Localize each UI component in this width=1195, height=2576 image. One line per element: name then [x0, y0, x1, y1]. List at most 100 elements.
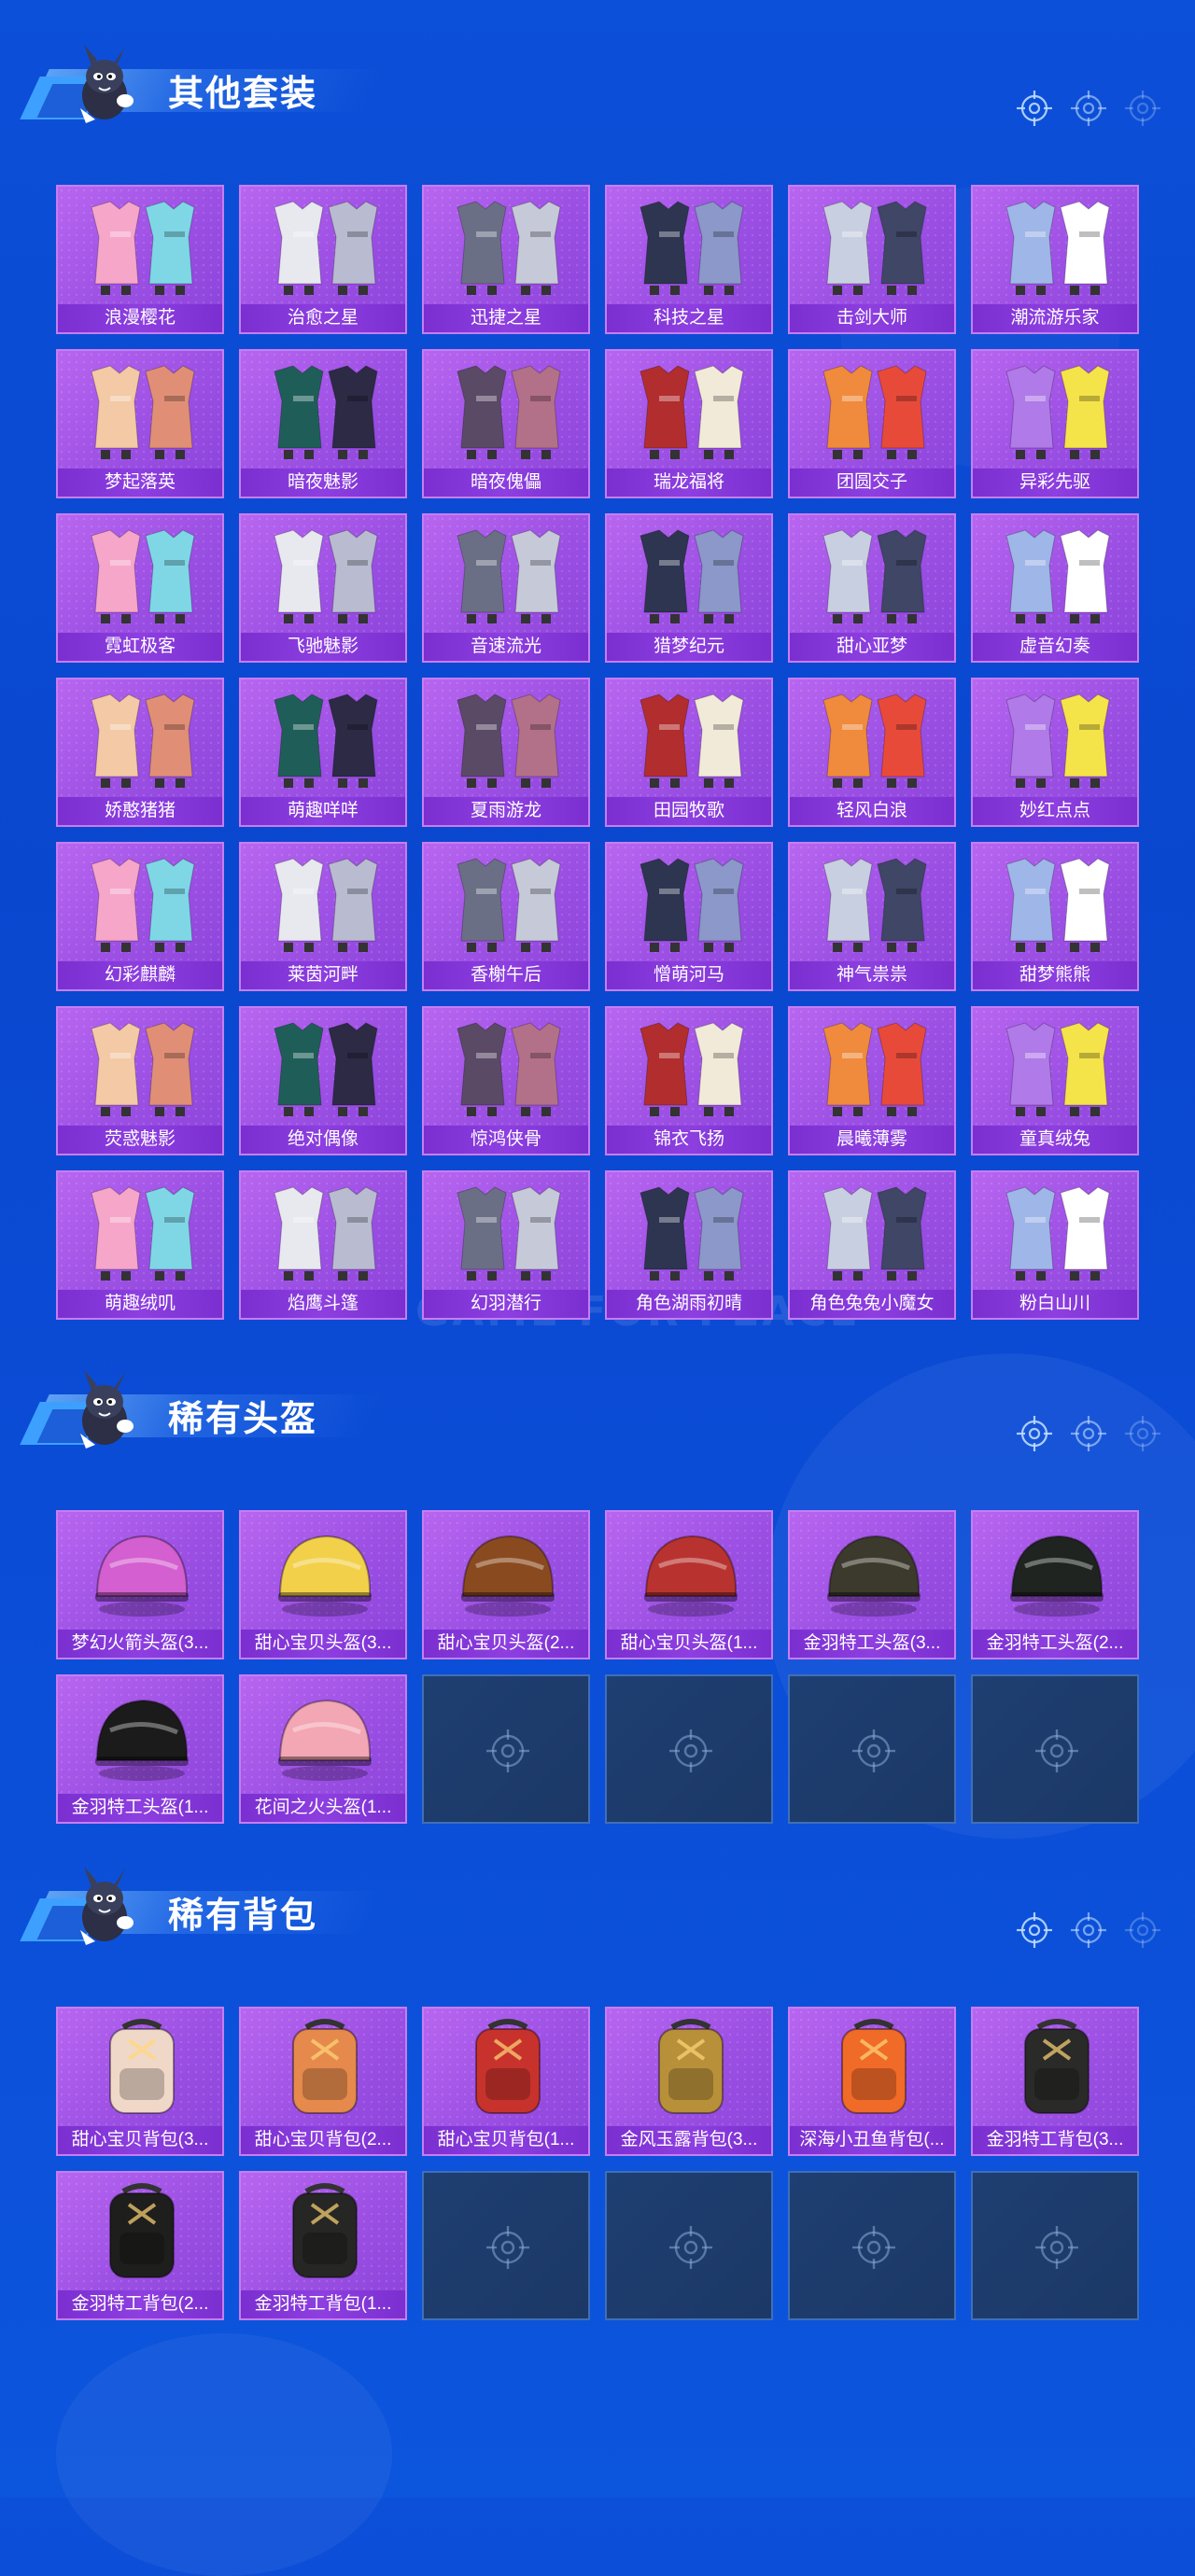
item-label: 虚音幻奏: [973, 633, 1137, 661]
item-card[interactable]: 娇憨猪猪: [56, 678, 224, 827]
item-label: 惊鸿侠骨: [424, 1126, 588, 1154]
item-card[interactable]: 金羽特工背包(2...: [56, 2171, 224, 2320]
crosshair-decoration: [1016, 1911, 1161, 1949]
item-card[interactable]: 甜心宝贝背包(3...: [56, 2007, 224, 2156]
item-card[interactable]: 梦起落英: [56, 349, 224, 498]
item-card[interactable]: 晨曦薄雾: [788, 1006, 956, 1155]
item-label: 猎梦纪元: [607, 633, 771, 661]
item-card[interactable]: 虚音幻奏: [971, 513, 1139, 663]
item-card[interactable]: 萌趣绒叽: [56, 1170, 224, 1320]
item-card[interactable]: 甜心宝贝背包(1...: [422, 2007, 590, 2156]
item-card[interactable]: 梦幻火箭头盔(3...: [56, 1510, 224, 1659]
item-label: 潮流游乐家: [973, 304, 1137, 332]
item-card[interactable]: 暗夜傀儡: [422, 349, 590, 498]
item-label: 音速流光: [424, 633, 588, 661]
backpack-image: [256, 2016, 394, 2121]
item-card[interactable]: 科技之星: [605, 185, 773, 334]
item-card[interactable]: 萌趣咩咩: [239, 678, 407, 827]
item-card[interactable]: 击剑大师: [788, 185, 956, 334]
item-card[interactable]: 童真绒兔: [971, 1006, 1139, 1155]
item-card[interactable]: 治愈之星: [239, 185, 407, 334]
item-card[interactable]: 金羽特工头盔(1...: [56, 1674, 224, 1824]
item-card[interactable]: 花间之火头盔(1...: [239, 1674, 407, 1824]
item-card[interactable]: 妙红点点: [971, 678, 1139, 827]
item-card[interactable]: 甜心亚梦: [788, 513, 956, 663]
outfit-image: [622, 851, 760, 956]
item-card[interactable]: 音速流光: [422, 513, 590, 663]
item-label: 金羽特工背包(1...: [241, 2290, 405, 2318]
item-card[interactable]: 惊鸿侠骨: [422, 1006, 590, 1155]
crosshair-icon: [1124, 1415, 1161, 1452]
item-card[interactable]: 田园牧歌: [605, 678, 773, 827]
item-card[interactable]: 团圆交子: [788, 349, 956, 498]
item-card[interactable]: 神气祟祟: [788, 842, 956, 991]
item-card[interactable]: 金羽特工背包(1...: [239, 2171, 407, 2320]
item-card[interactable]: 角色兔兔小魔女: [788, 1170, 956, 1320]
item-card[interactable]: 憎萌河马: [605, 842, 773, 991]
item-label: 梦幻火箭头盔(3...: [58, 1630, 222, 1658]
item-card[interactable]: 轻风白浪: [788, 678, 956, 827]
item-label: 金羽特工头盔(1...: [58, 1794, 222, 1822]
item-card[interactable]: 夏雨游龙: [422, 678, 590, 827]
outfit-image: [73, 1180, 211, 1284]
helmet-image: [73, 1519, 211, 1624]
item-card[interactable]: 绝对偶像: [239, 1006, 407, 1155]
item-card[interactable]: 金羽特工头盔(2...: [971, 1510, 1139, 1659]
item-label: 娇憨猪猪: [58, 797, 222, 825]
outfit-image: [805, 194, 943, 299]
item-card[interactable]: 甜心宝贝背包(2...: [239, 2007, 407, 2156]
item-card[interactable]: 猎梦纪元: [605, 513, 773, 663]
item-card[interactable]: 浪漫樱花: [56, 185, 224, 334]
item-card[interactable]: 甜梦熊熊: [971, 842, 1139, 991]
empty-slot: [605, 1674, 773, 1824]
item-label: 金羽特工背包(3...: [973, 2126, 1137, 2154]
item-card[interactable]: 霓虹极客: [56, 513, 224, 663]
item-card[interactable]: 潮流游乐家: [971, 185, 1139, 334]
backpack-image: [439, 2016, 577, 2121]
outfit-image: [988, 1015, 1126, 1120]
item-label: 夏雨游龙: [424, 797, 588, 825]
outfit-image: [439, 1180, 577, 1284]
item-card[interactable]: 香榭午后: [422, 842, 590, 991]
item-card[interactable]: 迅捷之星: [422, 185, 590, 334]
item-card[interactable]: 甜心宝贝头盔(1...: [605, 1510, 773, 1659]
outfit-image: [73, 1015, 211, 1120]
item-card[interactable]: 焰鹰斗篷: [239, 1170, 407, 1320]
item-card[interactable]: 锦衣飞扬: [605, 1006, 773, 1155]
helmet-image: [256, 1519, 394, 1624]
item-label: 暗夜傀儡: [424, 469, 588, 497]
outfit-image: [256, 523, 394, 627]
helmet-image: [256, 1684, 394, 1788]
item-label: 幻羽潜行: [424, 1290, 588, 1318]
item-card[interactable]: 角色湖雨初晴: [605, 1170, 773, 1320]
outfit-image: [622, 523, 760, 627]
item-card[interactable]: 金风玉露背包(3...: [605, 2007, 773, 2156]
item-card[interactable]: 暗夜魅影: [239, 349, 407, 498]
outfit-image: [805, 851, 943, 956]
item-card[interactable]: 甜心宝贝头盔(3...: [239, 1510, 407, 1659]
item-card[interactable]: 莱茵河畔: [239, 842, 407, 991]
backpack-image: [73, 2016, 211, 2121]
outfit-image: [988, 358, 1126, 463]
item-card[interactable]: 幻彩麒麟: [56, 842, 224, 991]
item-card[interactable]: 荧惑魅影: [56, 1006, 224, 1155]
item-card[interactable]: 金羽特工背包(3...: [971, 2007, 1139, 2156]
crosshair-icon: [1016, 1911, 1053, 1949]
item-label: 甜心宝贝头盔(3...: [241, 1630, 405, 1658]
item-label: 甜心宝贝背包(3...: [58, 2126, 222, 2154]
item-label: 暗夜魅影: [241, 469, 405, 497]
outfit-image: [73, 851, 211, 956]
outfit-image: [805, 523, 943, 627]
item-card[interactable]: 瑞龙福将: [605, 349, 773, 498]
item-label: 团圆交子: [790, 469, 954, 497]
item-card[interactable]: 深海小丑鱼背包(...: [788, 2007, 956, 2156]
item-card[interactable]: 幻羽潜行: [422, 1170, 590, 1320]
item-card[interactable]: 甜心宝贝头盔(2...: [422, 1510, 590, 1659]
item-label: 科技之星: [607, 304, 771, 332]
empty-slot: [605, 2171, 773, 2320]
item-card[interactable]: 金羽特工头盔(3...: [788, 1510, 956, 1659]
item-card[interactable]: 异彩先驱: [971, 349, 1139, 498]
item-card[interactable]: 粉白山川: [971, 1170, 1139, 1320]
item-card[interactable]: 飞驰魅影: [239, 513, 407, 663]
item-label: 浪漫樱花: [58, 304, 222, 332]
